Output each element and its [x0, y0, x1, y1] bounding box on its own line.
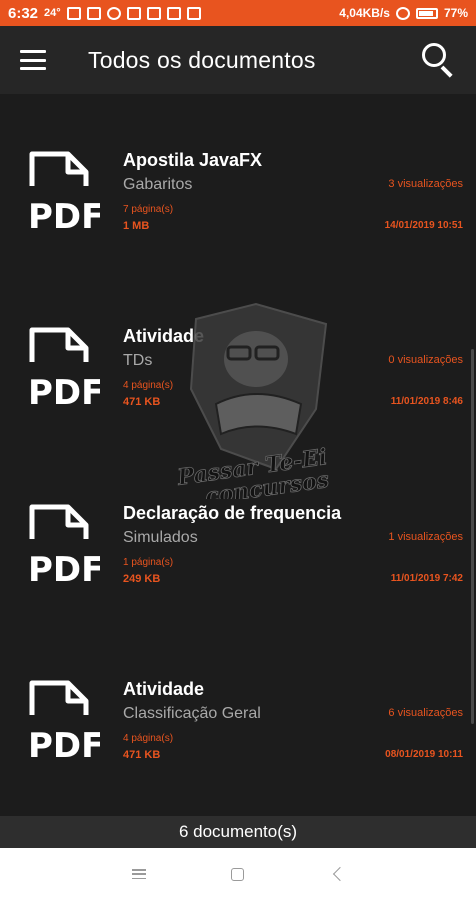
document-size: 471 KB: [123, 396, 161, 408]
twitch-icon: [66, 6, 81, 20]
home-button[interactable]: [218, 854, 258, 894]
document-views: 6 visualizações: [388, 707, 463, 719]
document-category: Gabaritos: [123, 176, 193, 193]
document-views: 1 visualizações: [388, 531, 463, 543]
svg-text:PDF: PDF: [28, 550, 100, 583]
document-pages: 4 página(s): [123, 380, 174, 391]
document-size: 249 KB: [123, 573, 161, 585]
document-date: 11/01/2019 7:42: [390, 573, 463, 584]
document-pages: 1 página(s): [123, 557, 174, 568]
sync-icon: [166, 6, 181, 20]
home-icon: [231, 867, 245, 881]
notification-icon: [106, 6, 121, 20]
status-time: 6:32: [8, 4, 39, 22]
battery-icon: [415, 7, 438, 19]
document-size: 471 KB: [123, 749, 161, 761]
scrollbar[interactable]: [471, 349, 474, 724]
document-title: Atividade: [123, 679, 205, 699]
network-speed: 4,04KB/s: [339, 6, 390, 20]
document-title: Apostila JavaFX: [123, 150, 263, 170]
document-list-item[interactable]: PDF Atividade Classificação Geral 4 pági…: [0, 679, 476, 829]
status-bar: 6:32 24° 4,04KB/s 77%: [0, 0, 476, 26]
document-pages: 7 página(s): [123, 204, 174, 215]
document-list-item[interactable]: PDF Apostila JavaFX Gabaritos 7 página(s…: [0, 150, 476, 300]
recent-apps-button[interactable]: [119, 854, 159, 894]
page-title: Todos os documentos: [88, 46, 316, 73]
battery-level: 77%: [443, 6, 468, 20]
pdf-file-icon: PDF: [28, 504, 100, 583]
wifi-icon: [395, 6, 410, 20]
back-button[interactable]: [317, 854, 357, 894]
document-category: Classificação Geral: [123, 705, 261, 722]
gallery-icon: [86, 6, 101, 20]
pdf-file-icon: PDF: [28, 327, 100, 406]
document-list[interactable]: PDF Apostila JavaFX Gabaritos 7 página(s…: [0, 94, 476, 816]
status-temperature: 24°: [44, 7, 61, 19]
document-date: 11/01/2019 8:46: [390, 396, 463, 407]
search-icon[interactable]: [422, 43, 456, 78]
twitter-icon: [146, 6, 161, 20]
document-title: Declaração de frequencia: [123, 503, 342, 523]
pdf-file-icon: PDF: [28, 680, 100, 759]
more-notifications-icon: [186, 6, 201, 20]
back-icon: [332, 866, 347, 882]
document-title: Atividade: [123, 326, 205, 346]
footer-bar: 6 documento(s): [0, 816, 476, 848]
document-views: 0 visualizações: [388, 354, 463, 366]
system-navigation-bar: [0, 848, 476, 900]
document-date: 08/01/2019 10:11: [385, 749, 463, 760]
svg-text:PDF: PDF: [28, 373, 100, 406]
svg-text:PDF: PDF: [28, 726, 100, 759]
svg-text:PDF: PDF: [28, 197, 100, 230]
pdf-file-icon: PDF: [28, 151, 100, 230]
document-size: 1 MB: [123, 220, 150, 232]
app-bar: Todos os documentos: [0, 26, 476, 94]
twitch-icon: [126, 6, 141, 20]
document-count: 6 documento(s): [178, 822, 298, 841]
menu-icon: [132, 869, 147, 879]
document-pages: 4 página(s): [123, 733, 174, 744]
document-list-item[interactable]: PDF Declaração de frequencia Simulados 1…: [0, 503, 476, 653]
document-category: TDs: [123, 352, 153, 369]
document-date: 14/01/2019 10:51: [384, 220, 463, 231]
document-views: 3 visualizações: [388, 178, 463, 190]
document-category: Simulados: [123, 529, 198, 546]
document-list-item[interactable]: PDF Atividade TDs 4 página(s) 471 KB 0 v…: [0, 326, 476, 476]
hamburger-menu-icon[interactable]: [20, 50, 46, 70]
